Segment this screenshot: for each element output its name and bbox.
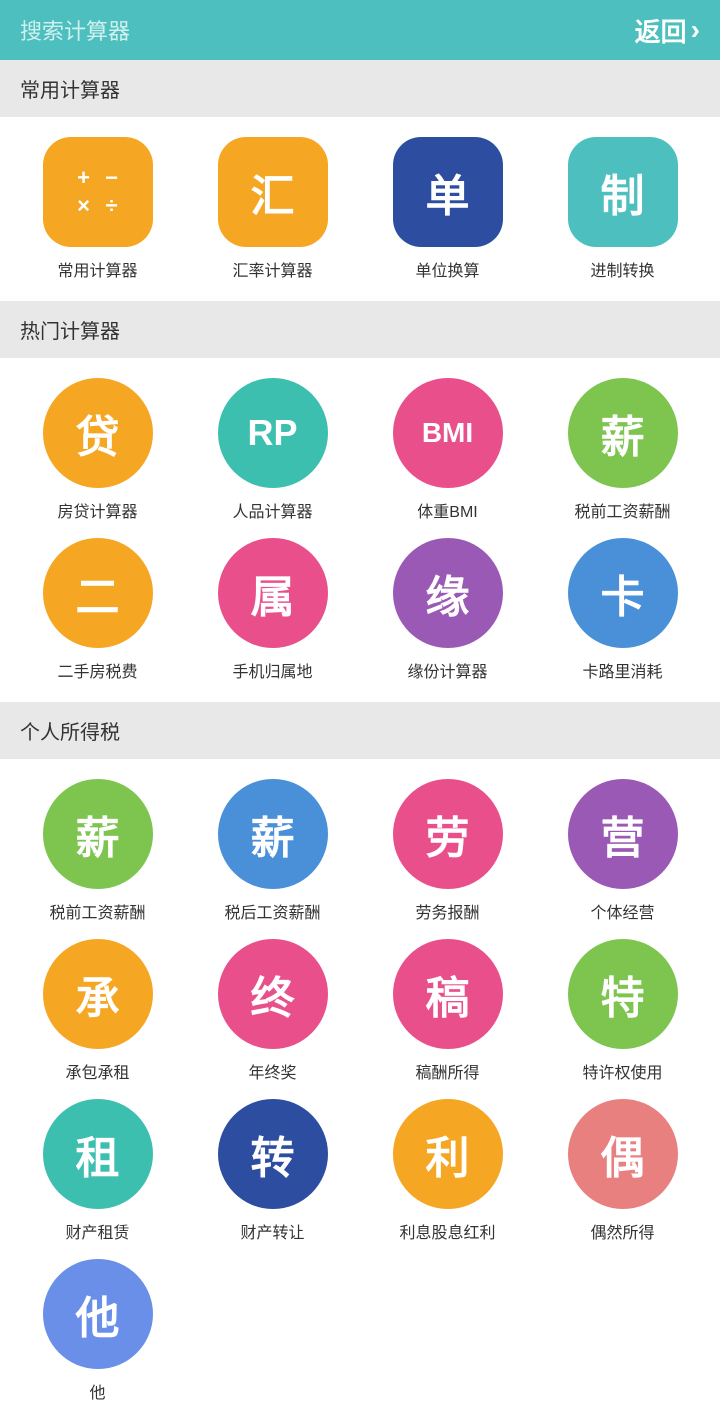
label-bmi-calc: 体重BMI (417, 498, 477, 522)
grid-item-bmi-calc[interactable]: BMI 体重BMI (360, 378, 535, 522)
icon-phone-loc: 属 (218, 538, 328, 648)
grid-item-year-bonus[interactable]: 终年终奖 (185, 939, 360, 1083)
label-base-conv: 进制转换 (590, 257, 654, 281)
grid-item-calorie-calc[interactable]: 卡卡路里消耗 (535, 538, 710, 682)
back-button[interactable]: 返回 › (635, 12, 700, 49)
icon-calorie-calc: 卡 (568, 538, 678, 648)
icon-franchise: 特 (568, 939, 678, 1049)
grid-item-occasional[interactable]: 偶偶然所得 (535, 1099, 710, 1243)
grid-item-pretax-salary[interactable]: 薪税前工资薪酬 (10, 779, 185, 923)
grid-item-manuscript[interactable]: 稿稿酬所得 (360, 939, 535, 1083)
grid-item-unit-conv[interactable]: 单单位换算 (360, 137, 535, 281)
label-exchange-calc: 汇率计算器 (232, 257, 312, 281)
icon-contract-rent: 承 (43, 939, 153, 1049)
grid-item-aftertax-salary[interactable]: 薪税后工资薪酬 (185, 779, 360, 923)
icon-rp-calc: RP (218, 378, 328, 488)
icon-aftertax-salary: 薪 (218, 779, 328, 889)
icon-other: 他 (43, 1259, 153, 1369)
content-area: 常用计算器+−×÷常用计算器汇汇率计算器单单位换算制进制转换热门计算器贷房贷计算… (0, 60, 720, 1423)
grid-popular: 贷房贷计算器RP人品计算器BMI体重BMI薪税前工资薪酬二二手房税费属手机归属地… (10, 378, 710, 682)
label-manuscript: 稿酬所得 (415, 1059, 479, 1083)
grid-item-common-calc[interactable]: +−×÷ 常用计算器 (10, 137, 185, 281)
label-property-trans: 财产转让 (240, 1219, 304, 1243)
icon-secondhand-tax: 二 (43, 538, 153, 648)
icon-dividend: 利 (393, 1099, 503, 1209)
label-rp-calc: 人品计算器 (232, 498, 312, 522)
grid-item-property-rent[interactable]: 租财产租赁 (10, 1099, 185, 1243)
back-chevron-icon: › (691, 14, 700, 46)
icon-common-calc: +−×÷ (43, 137, 153, 247)
label-contract-rent: 承包承租 (65, 1059, 129, 1083)
icon-base-conv: 制 (568, 137, 678, 247)
grid-item-labor-pay[interactable]: 劳劳务报酬 (360, 779, 535, 923)
icon-occasional: 偶 (568, 1099, 678, 1209)
grid-item-salary-calc[interactable]: 薪税前工资薪酬 (535, 378, 710, 522)
section-header-common: 常用计算器 (0, 60, 720, 117)
grid-section-income-tax: 薪税前工资薪酬薪税后工资薪酬劳劳务报酬营个体经营承承包承租终年终奖稿稿酬所得特特… (0, 759, 720, 1423)
icon-pretax-salary: 薪 (43, 779, 153, 889)
grid-item-fate-calc[interactable]: 缘缘份计算器 (360, 538, 535, 682)
label-common-calc: 常用计算器 (57, 257, 137, 281)
grid-item-exchange-calc[interactable]: 汇汇率计算器 (185, 137, 360, 281)
grid-income-tax: 薪税前工资薪酬薪税后工资薪酬劳劳务报酬营个体经营承承包承租终年终奖稿稿酬所得特特… (10, 779, 710, 1403)
icon-salary-calc: 薪 (568, 378, 678, 488)
label-salary-calc: 税前工资薪酬 (574, 498, 670, 522)
grid-item-property-trans[interactable]: 转财产转让 (185, 1099, 360, 1243)
section-header-income-tax: 个人所得税 (0, 702, 720, 759)
label-fate-calc: 缘份计算器 (407, 658, 487, 682)
icon-property-trans: 转 (218, 1099, 328, 1209)
label-mortgage-calc: 房贷计算器 (57, 498, 137, 522)
label-occasional: 偶然所得 (590, 1219, 654, 1243)
icon-fate-calc: 缘 (393, 538, 503, 648)
section-header-popular: 热门计算器 (0, 301, 720, 358)
label-dividend: 利息股息红利 (399, 1219, 495, 1243)
icon-mortgage-calc: 贷 (43, 378, 153, 488)
icon-bmi-calc: BMI (393, 378, 503, 488)
icon-sole-prop: 营 (568, 779, 678, 889)
grid-item-mortgage-calc[interactable]: 贷房贷计算器 (10, 378, 185, 522)
grid-section-common: +−×÷常用计算器汇汇率计算器单单位换算制进制转换 (0, 117, 720, 301)
grid-item-contract-rent[interactable]: 承承包承租 (10, 939, 185, 1083)
label-year-bonus: 年终奖 (248, 1059, 296, 1083)
label-calorie-calc: 卡路里消耗 (582, 658, 662, 682)
grid-common: +−×÷常用计算器汇汇率计算器单单位换算制进制转换 (10, 137, 710, 281)
label-aftertax-salary: 税后工资薪酬 (224, 899, 320, 923)
icon-exchange-calc: 汇 (218, 137, 328, 247)
label-unit-conv: 单位换算 (415, 257, 479, 281)
back-label: 返回 (635, 12, 687, 49)
label-phone-loc: 手机归属地 (232, 658, 312, 682)
grid-item-dividend[interactable]: 利利息股息红利 (360, 1099, 535, 1243)
grid-item-rp-calc[interactable]: RP 人品计算器 (185, 378, 360, 522)
icon-manuscript: 稿 (393, 939, 503, 1049)
header-title: 搜索计算器 (20, 14, 130, 46)
icon-labor-pay: 劳 (393, 779, 503, 889)
icon-year-bonus: 终 (218, 939, 328, 1049)
label-labor-pay: 劳务报酬 (415, 899, 479, 923)
grid-item-secondhand-tax[interactable]: 二二手房税费 (10, 538, 185, 682)
icon-property-rent: 租 (43, 1099, 153, 1209)
grid-section-popular: 贷房贷计算器RP人品计算器BMI体重BMI薪税前工资薪酬二二手房税费属手机归属地… (0, 358, 720, 702)
grid-item-phone-loc[interactable]: 属手机归属地 (185, 538, 360, 682)
grid-item-sole-prop[interactable]: 营个体经营 (535, 779, 710, 923)
label-sole-prop: 个体经营 (590, 899, 654, 923)
label-pretax-salary: 税前工资薪酬 (49, 899, 145, 923)
icon-unit-conv: 单 (393, 137, 503, 247)
grid-item-base-conv[interactable]: 制进制转换 (535, 137, 710, 281)
label-franchise: 特许权使用 (582, 1059, 662, 1083)
grid-item-other[interactable]: 他他 (10, 1259, 185, 1403)
app-header: 搜索计算器 返回 › (0, 0, 720, 60)
label-other: 他 (89, 1379, 105, 1403)
grid-item-franchise[interactable]: 特特许权使用 (535, 939, 710, 1083)
label-secondhand-tax: 二手房税费 (57, 658, 137, 682)
label-property-rent: 财产租赁 (65, 1219, 129, 1243)
